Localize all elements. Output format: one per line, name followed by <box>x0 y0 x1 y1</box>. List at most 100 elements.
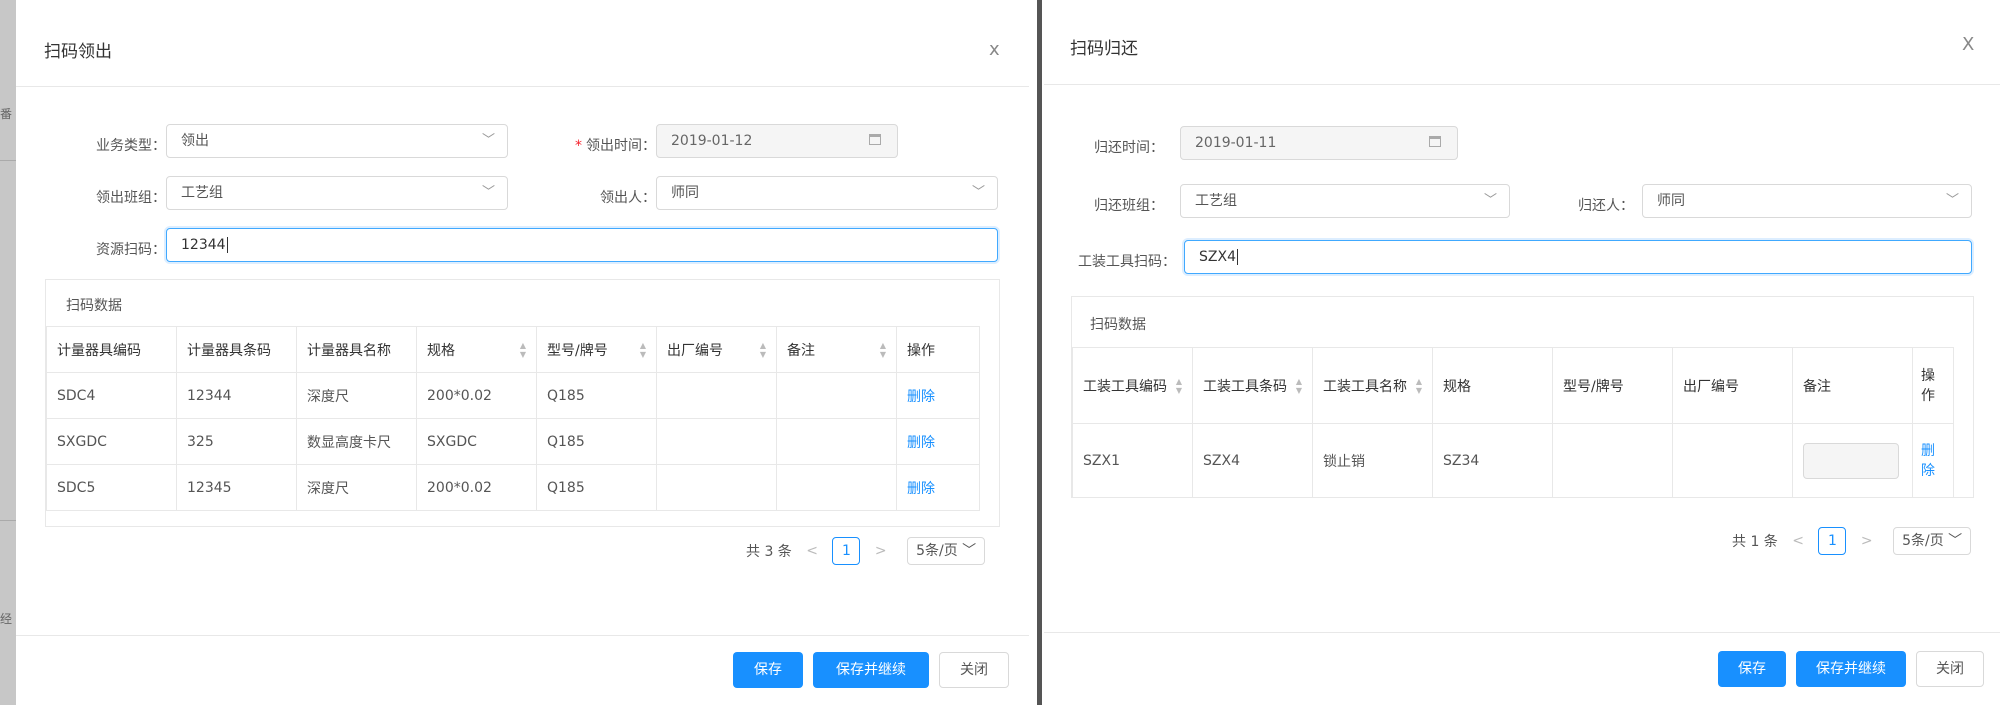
next-page-icon[interactable]: > <box>875 543 887 559</box>
delete-link[interactable]: 删除 <box>907 435 935 451</box>
close-icon[interactable]: x <box>989 39 1000 60</box>
checkout-time-label: * 领出时间： <box>575 138 656 154</box>
background-text: 番 <box>0 107 13 121</box>
column-header[interactable]: 计量器具名称 <box>296 326 417 373</box>
column-header[interactable]: 计量器具编码 <box>46 326 177 373</box>
delete-link[interactable]: 删除 <box>1921 441 1935 481</box>
footer-divider <box>16 635 1029 636</box>
column-header[interactable]: 备注 ▲ ▼ <box>776 326 897 373</box>
close-icon[interactable]: X <box>1962 34 1974 55</box>
biz-type-value: 领出 <box>181 133 209 149</box>
column-header: 操作 <box>896 326 980 373</box>
return-time-label: 归还时间： <box>1094 140 1164 156</box>
person-label: 领出人： <box>600 190 656 206</box>
chevron-down-icon: ﹀ <box>481 133 495 148</box>
background-page-edge: 番 经 <box>0 0 16 705</box>
column-header[interactable]: 工装工具编码 ▲ ▼ <box>1072 347 1193 424</box>
person-select[interactable]: 师同 ﹀ <box>656 176 998 210</box>
biz-type-label: 业务类型： <box>96 138 166 154</box>
table-row: SDC5 12345 深度尺 200*0.02 Q185 删除 <box>46 464 980 511</box>
page-1-button[interactable]: 1 <box>1818 527 1847 555</box>
page-1-button[interactable]: 1 <box>832 537 861 565</box>
remark-input[interactable] <box>1803 442 1899 479</box>
column-header: 备注 <box>1792 347 1913 424</box>
page-size-select[interactable]: 5条/页 ﹀ <box>1893 527 1972 555</box>
column-header: 出厂编号 <box>1672 347 1793 424</box>
team-select[interactable]: 工艺组 ﹀ <box>166 176 508 210</box>
column-header[interactable]: 型号/牌号 ▲ ▼ <box>536 326 657 373</box>
biz-type-select[interactable]: 领出 ﹀ <box>166 124 508 158</box>
panel-title: 扫码数据 <box>66 298 122 314</box>
background-text: 经 <box>0 612 13 626</box>
sort-icon[interactable]: ▲ ▼ <box>880 341 886 359</box>
pagination: 共 1 条 < 1 > 5条/页 ﹀ <box>1732 527 1972 555</box>
column-header: 规格 <box>1432 347 1553 424</box>
column-header: 操作 <box>1912 347 1954 424</box>
text-cursor <box>1236 249 1238 265</box>
calendar-icon <box>1429 136 1441 147</box>
header-divider <box>16 86 1029 87</box>
team-label: 领出班组： <box>96 190 166 206</box>
checkout-time-value: 2019-01-12 <box>671 133 753 149</box>
team-value: 工艺组 <box>1195 193 1237 209</box>
person-value: 师同 <box>1657 193 1685 209</box>
team-value: 工艺组 <box>181 185 223 201</box>
close-button[interactable]: 关闭 <box>1916 651 1984 687</box>
save-continue-button[interactable]: 保存并继续 <box>813 652 929 688</box>
tool-scan-input[interactable]: SZX4 <box>1184 240 1972 274</box>
sort-icon[interactable]: ▲ ▼ <box>1416 377 1422 395</box>
save-button[interactable]: 保存 <box>1718 651 1786 687</box>
prev-page-icon[interactable]: < <box>806 543 818 559</box>
scan-data-panel: 扫码数据 计量器具编码 计量器具条码 计量器具名称 规格 ▲ ▼ 型号/牌号 ▲ ▼ 出… <box>45 279 1000 527</box>
calendar-icon <box>869 134 881 145</box>
column-header[interactable]: 计量器具条码 <box>176 326 297 373</box>
prev-page-icon[interactable]: < <box>1792 533 1804 549</box>
sort-icon[interactable]: ▲ ▼ <box>1296 377 1302 395</box>
scan-input-value: SZX4 <box>1199 249 1236 265</box>
pagination: 共 3 条 < 1 > 5条/页 ﹀ <box>746 537 986 565</box>
checkout-time-datepicker[interactable]: 2019-01-12 <box>656 124 898 158</box>
sort-icon[interactable]: ▲ ▼ <box>520 341 526 359</box>
table-row: SXGDC 325 数显高度卡尺 SXGDC Q185 删除 <box>46 418 980 465</box>
chevron-down-icon: ﹀ <box>971 185 985 200</box>
scan-return-dialog: 扫码归还 X 归还时间： 2019-01-11 归还班组： 工艺组 ﹀ 归还人：… <box>1044 0 2000 705</box>
tool-scan-label: 工装工具扫码： <box>1078 254 1176 270</box>
panel-title: 扫码数据 <box>1090 317 1146 333</box>
return-time-value: 2019-01-11 <box>1195 135 1277 151</box>
text-cursor <box>226 237 228 253</box>
next-page-icon[interactable]: > <box>1861 533 1873 549</box>
footer-divider <box>1044 632 2000 633</box>
delete-link[interactable]: 删除 <box>907 481 935 497</box>
person-select[interactable]: 师同 ﹀ <box>1642 184 1972 218</box>
sort-icon[interactable]: ▲ ▼ <box>760 341 766 359</box>
header-divider <box>1044 84 2000 85</box>
table-row: SZX1 SZX4 锁止销 SZ34 删除 <box>1072 423 1954 498</box>
total-count: 共 3 条 <box>746 544 792 560</box>
team-label: 归还班组： <box>1094 198 1164 214</box>
scan-data-panel: 扫码数据 工装工具编码 ▲ ▼ 工装工具条码 ▲ ▼ 工装工具名称 ▲ ▼ 规格 型号/牌号… <box>1071 296 1974 498</box>
resource-scan-input[interactable]: 12344 <box>166 228 998 262</box>
save-continue-button[interactable]: 保存并继续 <box>1796 651 1906 687</box>
scan-data-table: 工装工具编码 ▲ ▼ 工装工具条码 ▲ ▼ 工装工具名称 ▲ ▼ 规格 型号/牌号 出厂编号… <box>1072 347 1954 498</box>
dialog-title: 扫码归还 <box>1070 39 1138 59</box>
scan-input-value: 12344 <box>181 237 226 253</box>
background-line <box>0 160 16 161</box>
chevron-down-icon: ﹀ <box>1483 193 1497 208</box>
column-header[interactable]: 规格 ▲ ▼ <box>416 326 537 373</box>
chevron-down-icon: ﹀ <box>1945 193 1959 208</box>
delete-link[interactable]: 删除 <box>907 389 935 405</box>
sort-icon[interactable]: ▲ ▼ <box>640 341 646 359</box>
column-header[interactable]: 工装工具名称 ▲ ▼ <box>1312 347 1433 424</box>
screenshot-divider <box>1037 0 1042 705</box>
required-mark: * <box>575 138 582 154</box>
sort-icon[interactable]: ▲ ▼ <box>1176 377 1182 395</box>
column-header[interactable]: 出厂编号 ▲ ▼ <box>656 326 777 373</box>
background-line <box>0 520 16 521</box>
total-count: 共 1 条 <box>1732 534 1778 550</box>
close-button[interactable]: 关闭 <box>939 652 1009 688</box>
save-button[interactable]: 保存 <box>733 652 803 688</box>
team-select[interactable]: 工艺组 ﹀ <box>1180 184 1510 218</box>
page-size-select[interactable]: 5条/页 ﹀ <box>907 537 986 565</box>
return-time-datepicker[interactable]: 2019-01-11 <box>1180 126 1458 160</box>
column-header[interactable]: 工装工具条码 ▲ ▼ <box>1192 347 1313 424</box>
